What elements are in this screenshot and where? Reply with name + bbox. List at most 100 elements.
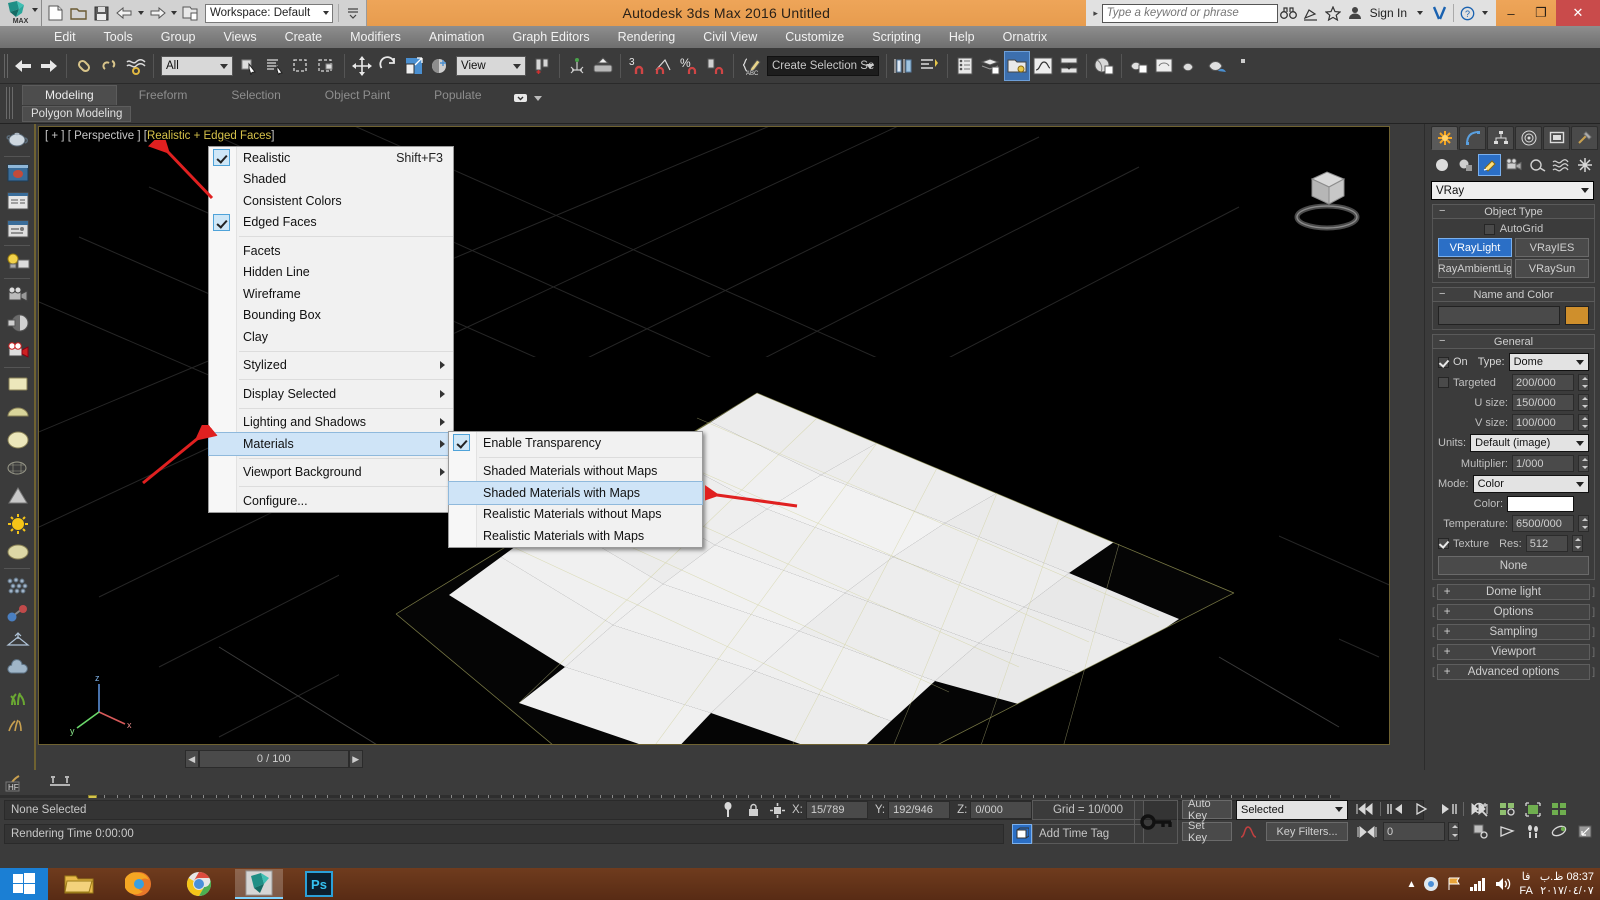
menu-item-realistic[interactable]: Realistic Shift+F3 <box>209 147 453 169</box>
bind-to-space-warp-icon[interactable] <box>123 51 149 81</box>
hair-fur-trackbar-icon[interactable]: HF <box>0 771 36 795</box>
workspace-selector[interactable]: Workspace: Default <box>205 3 333 23</box>
submenu-item-shaded-materials-with-maps[interactable]: Shaded Materials with Maps <box>448 481 703 505</box>
u-size-field[interactable]: 150/000 <box>1512 394 1574 411</box>
zoom-region-icon[interactable] <box>1470 822 1492 841</box>
light-type-dropdown[interactable]: Dome <box>1508 353 1589 371</box>
polygon-modeling-panel-label[interactable]: Polygon Modeling <box>22 106 132 122</box>
select-by-name-icon[interactable] <box>262 51 288 81</box>
menu-scripting[interactable]: Scripting <box>858 26 935 48</box>
menu-ornatrix[interactable]: Ornatrix <box>989 26 1061 48</box>
submenu-item-enable-transparency[interactable]: Enable Transparency <box>449 432 702 454</box>
snaps-toggle-icon[interactable]: 3 <box>625 51 651 81</box>
utilities-tab[interactable] <box>1571 126 1598 150</box>
texture-checkbox[interactable] <box>1438 538 1449 549</box>
reference-coordinate-dropdown[interactable]: View <box>456 55 526 76</box>
targeted-spinner[interactable] <box>1578 374 1589 391</box>
chevron-down-icon[interactable] <box>1482 11 1488 15</box>
angle-snap-toggle-icon[interactable] <box>651 51 677 81</box>
ribbon-tab-populate[interactable]: Populate <box>412 86 503 105</box>
menu-item-stylized[interactable]: Stylized <box>209 355 453 377</box>
rendered-frame-window-icon[interactable] <box>1152 51 1178 81</box>
rollout-header[interactable]: + Dome light <box>1436 584 1591 600</box>
molecule-icon[interactable] <box>2 599 34 627</box>
submenu-item-realistic-materials-without-maps[interactable]: Realistic Materials without Maps <box>449 504 702 526</box>
rollout-viewport[interactable]: [+ Viewport] <box>1432 644 1595 660</box>
menu-rendering[interactable]: Rendering <box>604 26 690 48</box>
menu-customize[interactable]: Customize <box>771 26 858 48</box>
app-logo-button[interactable]: MAX <box>0 0 42 26</box>
modify-tab[interactable] <box>1459 126 1486 150</box>
light-on-checkbox[interactable] <box>1438 356 1449 368</box>
menu-item-viewport-background[interactable]: Viewport Background <box>209 462 453 484</box>
rectangular-selection-region-icon[interactable] <box>288 51 314 81</box>
walk-through-icon[interactable] <box>1522 822 1544 841</box>
menu-item-configure-[interactable]: Configure... <box>209 490 453 512</box>
general-header[interactable]: − General <box>1432 334 1595 349</box>
render-production-icon[interactable] <box>1178 51 1204 81</box>
menu-item-bounding-box[interactable]: Bounding Box <box>209 305 453 327</box>
select-and-link-icon[interactable] <box>71 51 97 81</box>
rollout-header[interactable]: + Advanced options <box>1436 664 1591 680</box>
display-tab[interactable] <box>1543 126 1570 150</box>
satellite-icon[interactable] <box>1300 0 1322 26</box>
materials-submenu[interactable]: Enable Transparency Shaded Materials with… <box>448 431 703 548</box>
wireframe-teapot-icon[interactable] <box>2 454 34 482</box>
select-object-icon[interactable] <box>236 51 262 81</box>
targeted-checkbox[interactable] <box>1438 377 1449 388</box>
menu-item-shaded[interactable]: Shaded <box>209 169 453 191</box>
viewport-label[interactable]: [ + ] [ Perspective ] [Realistic + Edged… <box>45 130 274 142</box>
pan-view-icon[interactable] <box>1496 822 1518 841</box>
ribbon-tab-selection[interactable]: Selection <box>209 86 302 105</box>
view-cube[interactable] <box>1287 155 1367 235</box>
ribbon-tab-object-paint[interactable]: Object Paint <box>303 86 412 105</box>
use-pivot-point-center-icon[interactable] <box>529 51 555 81</box>
ribbon-grip[interactable] <box>6 87 14 119</box>
x-coordinate-field[interactable]: 15/789 <box>805 801 868 819</box>
render-frame-window-icon[interactable] <box>2 159 34 187</box>
menu-item-clay[interactable]: Clay <box>209 326 453 348</box>
temperature-spinner[interactable] <box>1578 515 1589 532</box>
more-tools-icon[interactable] <box>1230 51 1256 81</box>
project-folder-icon[interactable] <box>179 2 202 24</box>
light-lister-icon[interactable] <box>2 248 34 276</box>
res-spinner[interactable] <box>1571 535 1583 552</box>
key-mode-dropdown[interactable]: Selected <box>1236 800 1348 820</box>
menu-item-materials[interactable]: Materials <box>208 432 454 456</box>
current-frame-field[interactable]: 0 <box>1383 822 1445 841</box>
menu-item-edged-faces[interactable]: Edged Faces <box>209 212 453 234</box>
add-time-tag-button[interactable]: Add Time Tag <box>1032 824 1144 844</box>
star-icon[interactable] <box>1322 0 1344 26</box>
cloud-volume-icon[interactable] <box>2 655 34 683</box>
viewport-shading-menu[interactable]: Realistic Shift+F3 Shaded Consistent Colors… <box>208 146 454 513</box>
sign-in-button[interactable]: Sign In <box>1366 6 1411 20</box>
cone-primitive-icon[interactable] <box>2 482 34 510</box>
submenu-item-shaded-materials-without-maps[interactable]: Shaded Materials without Maps <box>449 461 702 483</box>
grass-icon[interactable] <box>2 683 34 711</box>
open-mini-curve-editor-icon[interactable] <box>36 771 84 795</box>
res-field[interactable]: 512 <box>1525 535 1568 552</box>
cameras-icon[interactable] <box>1502 154 1525 176</box>
firefox-taskbar-item[interactable] <box>115 869 163 899</box>
restore-button[interactable]: ❐ <box>1526 0 1556 26</box>
menu-help[interactable]: Help <box>935 26 989 48</box>
flag-icon[interactable] <box>1446 876 1462 892</box>
qat-overflow-icon[interactable] <box>341 2 364 24</box>
save-file-icon[interactable] <box>90 2 113 24</box>
network-icon[interactable] <box>1469 877 1487 892</box>
rollout-header[interactable]: + Options <box>1436 604 1591 620</box>
undo-dropdown-icon[interactable] <box>136 2 146 24</box>
subcategory-dropdown[interactable]: VRay <box>1431 181 1594 200</box>
light-color-swatch[interactable] <box>1507 496 1574 512</box>
plane-primitive-icon[interactable] <box>2 370 34 398</box>
menu-item-hidden-line[interactable]: Hidden Line <box>209 262 453 284</box>
targeted-distance-field[interactable]: 200/000 <box>1512 374 1574 391</box>
expand-arrow-icon[interactable]: ▸ <box>1090 8 1102 19</box>
camera-icon[interactable] <box>2 281 34 309</box>
menu-civil-view[interactable]: Civil View <box>689 26 771 48</box>
object-color-swatch[interactable] <box>1565 306 1589 325</box>
align-to-view-icon[interactable] <box>590 51 616 81</box>
user-icon[interactable] <box>1344 0 1366 26</box>
zoom-all-icon[interactable] <box>1496 800 1518 819</box>
vraylight-button[interactable]: VRayLight <box>1438 238 1512 257</box>
